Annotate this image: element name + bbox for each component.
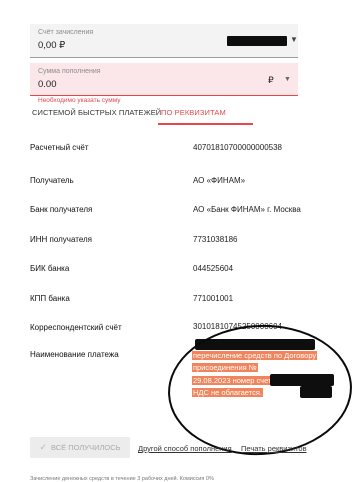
detail-label: Банк получателя [30, 205, 93, 214]
tab-fast-payments[interactable]: СИСТЕМОЙ БЫСТРЫХ ПЛАТЕЖЕЙ [32, 108, 161, 117]
detail-value: 40701810700000000538 [193, 143, 282, 152]
other-method-link[interactable]: Другой способ пополнения [138, 444, 232, 453]
detail-value: 771001001 [193, 294, 234, 303]
all-done-label: ВСЁ ПОЛУЧИЛОСЬ [50, 443, 121, 452]
detail-value: 7731038186 [193, 235, 238, 244]
detail-label: КПП банка [30, 294, 70, 303]
check-icon: ✓ [39, 442, 47, 452]
detail-label: Корреспондентский счёт [30, 323, 122, 332]
print-details-link[interactable]: Печать реквизитов [241, 444, 307, 453]
detail-value: АО «Банк ФИНАМ» г. Москва [193, 205, 301, 214]
detail-label: Получатель [30, 176, 74, 185]
detail-label: ИНН получателя [30, 235, 92, 244]
account-label: Счёт зачисления [38, 29, 94, 36]
amount-label: Сумма пополнения [38, 68, 101, 75]
hand-drawn-circle [164, 320, 356, 460]
detail-value: АО «ФИНАМ» [193, 176, 246, 185]
purpose-label: Наименование платежа [30, 350, 119, 359]
active-tab-underline [158, 123, 253, 125]
amount-error: Необходимо указать сумму [38, 97, 121, 104]
amount-value[interactable]: 0.00 [38, 79, 57, 90]
all-done-button[interactable]: ✓ ВСЁ ПОЛУЧИЛОСЬ [30, 437, 130, 458]
tab-by-details[interactable]: ПО РЕКВИЗИТАМ [161, 108, 226, 117]
account-value: 0,00 ₽ [38, 40, 66, 51]
redacted-account-name [227, 36, 287, 46]
detail-value: 044525604 [193, 264, 234, 273]
chevron-down-icon[interactable]: ▼ [290, 35, 298, 44]
currency-chevron-down-icon[interactable]: ▼ [284, 76, 291, 83]
currency-value[interactable]: ₽ [268, 75, 274, 86]
amount-field[interactable]: Сумма пополнения 0.00 ₽ ▼ [30, 63, 298, 96]
footnote: Зачисление денежных средств в течение 3 … [30, 476, 214, 482]
detail-label: БИК банка [30, 264, 70, 273]
account-select[interactable]: Счёт зачисления 0,00 ₽ ▼ [30, 24, 298, 58]
payment-method-tabs: СИСТЕМОЙ БЫСТРЫХ ПЛАТЕЖЕЙ ПО РЕКВИЗИТАМ [30, 106, 330, 125]
detail-label: Расчетный счёт [30, 143, 89, 152]
